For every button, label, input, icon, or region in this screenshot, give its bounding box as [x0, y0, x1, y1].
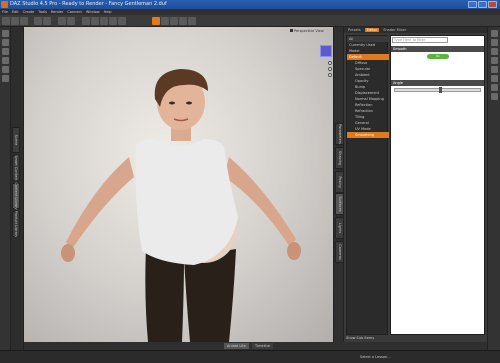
- tab-editor[interactable]: Editor: [364, 28, 380, 32]
- menu-window[interactable]: Window: [86, 10, 100, 14]
- tab-posing[interactable]: Posing: [335, 171, 344, 193]
- filter-input[interactable]: Type Here to filter: [392, 37, 448, 43]
- geometry-editor-tool-icon[interactable]: [170, 17, 178, 25]
- surface-tree: All Currently Used Model Default Diffuse…: [346, 35, 389, 335]
- rail-icon-3[interactable]: [2, 48, 9, 55]
- open-icon[interactable]: [11, 17, 19, 25]
- menu-help[interactable]: Help: [104, 10, 112, 14]
- show-sub-items-checkbox[interactable]: Show Sub Items: [346, 336, 374, 340]
- new-scene-icon[interactable]: [2, 17, 10, 25]
- smooth-toggle[interactable]: On: [427, 54, 449, 59]
- tab-smart-content[interactable]: Smart Content: [12, 155, 20, 181]
- menu-edit[interactable]: Edit: [12, 10, 19, 14]
- tab-scene[interactable]: Scene: [12, 127, 20, 153]
- rail-icon-2[interactable]: [2, 39, 9, 46]
- smooth-property-label: Smooth: [391, 46, 484, 52]
- joint-editor-tool-icon[interactable]: [179, 17, 187, 25]
- surface-properties: Type Here to filter Smooth On Angle: [390, 35, 485, 335]
- 3d-viewport[interactable]: Perspective View: [24, 27, 333, 342]
- left-pane-tabs: Scene Smart Content Content Library Prod…: [11, 27, 24, 350]
- right-rail-icon-1[interactable]: [491, 30, 498, 37]
- rail-icon-6[interactable]: [2, 75, 9, 82]
- tree-item-smoothing-selected[interactable]: Smoothing: [347, 132, 389, 138]
- rail-icon-1[interactable]: [2, 30, 9, 37]
- tab-lights[interactable]: Lights: [335, 217, 344, 239]
- tab-cameras[interactable]: Cameras: [335, 241, 344, 263]
- tab-presets[interactable]: Presets: [346, 28, 363, 32]
- angle-slider[interactable]: [394, 88, 481, 92]
- region-navigator-icon[interactable]: [188, 17, 196, 25]
- close-button[interactable]: [488, 1, 497, 8]
- right-rail-icon-6[interactable]: [491, 75, 498, 82]
- angle-slider-knob[interactable]: [439, 87, 442, 93]
- toolbar: [0, 15, 500, 27]
- menu-create[interactable]: Create: [23, 10, 35, 14]
- render-icon[interactable]: [67, 17, 75, 25]
- menu-connect[interactable]: Connect: [67, 10, 81, 14]
- menu-tools[interactable]: Tools: [38, 10, 47, 14]
- universal-tool-icon[interactable]: [91, 17, 99, 25]
- tab-parameters[interactable]: Parameters: [335, 123, 344, 145]
- title-bar: DAZ Studio 4.5 Pro - Ready to Render - F…: [0, 0, 500, 9]
- tab-surfaces[interactable]: Surfaces: [335, 193, 344, 215]
- maximize-button[interactable]: [478, 1, 487, 8]
- undo-icon[interactable]: [34, 17, 42, 25]
- right-rail-icon-3[interactable]: [491, 48, 498, 55]
- left-rail: [0, 27, 11, 363]
- menu-render[interactable]: Render: [51, 10, 63, 14]
- save-icon[interactable]: [20, 17, 28, 25]
- app-icon: [1, 1, 8, 8]
- render-settings-icon[interactable]: [58, 17, 66, 25]
- tab-shaping[interactable]: Shaping: [335, 147, 344, 169]
- tab-content-library[interactable]: Content Library: [12, 182, 20, 210]
- angle-property-label: Angle: [391, 80, 484, 86]
- menu-file[interactable]: File: [2, 10, 8, 14]
- window-title: DAZ Studio 4.5 Pro - Ready to Render - F…: [10, 1, 167, 7]
- status-bar: Select a Lesson...: [0, 350, 500, 363]
- lesson-select[interactable]: Select a Lesson...: [360, 355, 391, 359]
- tab-timeline[interactable]: Timeline: [252, 343, 273, 349]
- minimize-button[interactable]: [468, 1, 477, 8]
- spot-render-tool-icon[interactable]: [161, 17, 169, 25]
- surface-selection-tool-icon[interactable]: [152, 17, 160, 25]
- right-rail-icon-7[interactable]: [491, 84, 498, 91]
- node-select-icon[interactable]: [82, 17, 90, 25]
- redo-icon[interactable]: [43, 17, 51, 25]
- tab-shader-mixer[interactable]: Shader Mixer: [381, 28, 408, 32]
- rail-icon-5[interactable]: [2, 66, 9, 73]
- pane-tabs-strip: Parameters Shaping Posing Surfaces Light…: [333, 27, 344, 342]
- right-rail-icon-5[interactable]: [491, 66, 498, 73]
- bottom-tabs: Aniate Lite Timeline: [24, 342, 487, 350]
- surfaces-pane: Presets Editor Shader Mixer All Currentl…: [344, 27, 487, 343]
- tab-product-library[interactable]: Product Library: [12, 211, 20, 237]
- tab-aniate-lite[interactable]: Aniate Lite: [224, 343, 249, 349]
- translate-tool-icon[interactable]: [109, 17, 117, 25]
- surfaces-tabs: Presets Editor Shader Mixer: [344, 27, 487, 33]
- right-rail-icon-4[interactable]: [491, 57, 498, 64]
- figure-model[interactable]: [24, 27, 333, 342]
- right-rail-icon-8[interactable]: [491, 93, 498, 100]
- rotate-tool-icon[interactable]: [100, 17, 108, 25]
- rail-icon-4[interactable]: [2, 57, 9, 64]
- right-rail: [487, 27, 500, 363]
- right-rail-icon-2[interactable]: [491, 39, 498, 46]
- scale-tool-icon[interactable]: [118, 17, 126, 25]
